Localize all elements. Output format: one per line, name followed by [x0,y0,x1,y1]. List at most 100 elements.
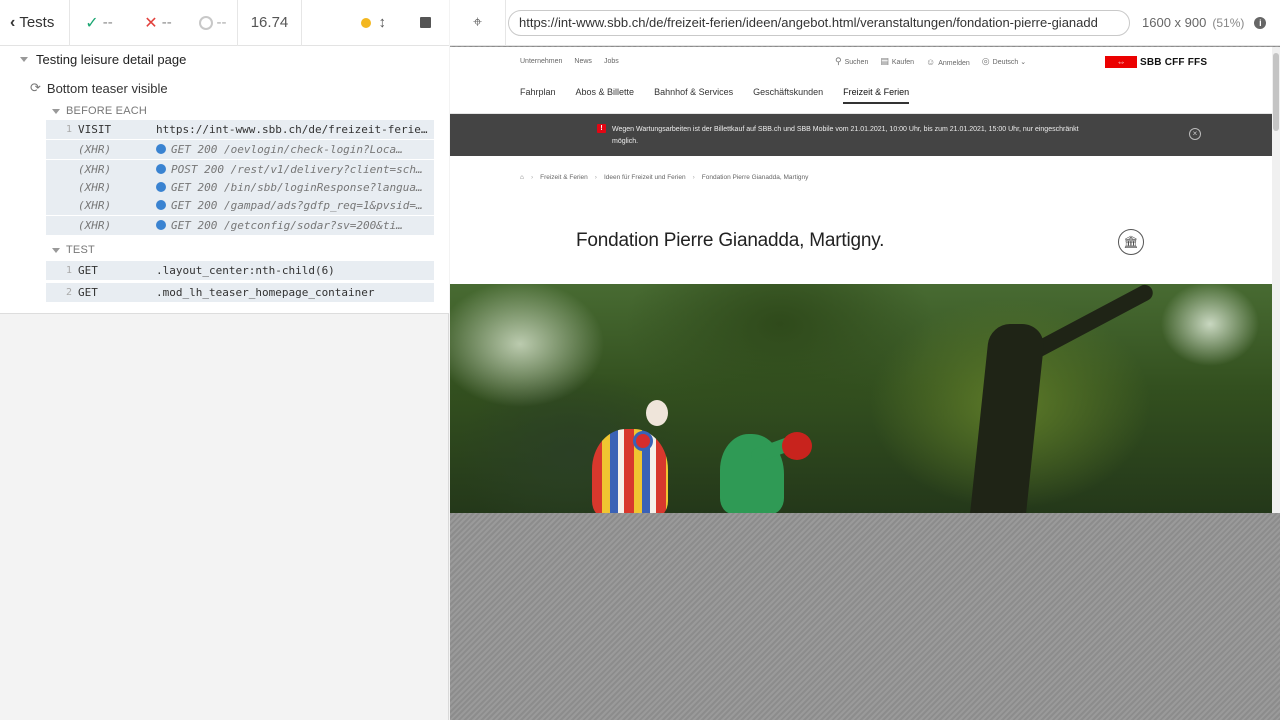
buy-label: Kaufen [891,59,915,66]
crosshair-icon: ⌖ [472,13,482,31]
warning-icon: ! [597,124,606,133]
collapse-triangle-icon [52,108,60,114]
aut-scrollbar[interactable] [1272,47,1280,513]
close-icon[interactable]: × [1189,128,1201,140]
runner-header: ⌖ https://int-www.sbb.ch/de/freizeit-fer… [450,0,1280,46]
command-number: 1 [65,265,72,276]
sculpture-head [646,400,668,426]
banner-text: Wegen Wartungsarbeiten ist der Billettka… [612,126,1079,145]
tree-trunk [970,324,1046,513]
xhr-command-row[interactable]: (XHR) GET 200 /gampad/ads?gdfp_req=1&pvs… [46,196,434,215]
search-icon: ⚲ [835,56,842,66]
xhr-dot-icon [156,182,166,192]
info-icon[interactable]: i [1254,16,1267,29]
login-link[interactable]: ☺ Anmelden [926,57,970,67]
sculpture-red-ball [782,432,812,460]
nav-item-freizeit-ferien[interactable]: Freizeit & Ferien [843,87,910,104]
refresh-icon: ⟳ [30,80,41,95]
login-label: Anmelden [938,59,970,67]
sculpture-colorful [592,429,668,513]
reporter-header: ‹ Tests ✓ -- ✕ -- -- 16.74 ↕ [0,0,449,46]
language-select[interactable]: ◎ Deutsch ⌄ [982,56,1026,67]
command-message-text: GET 200 /gampad/ads?gdfp_req=1&pvsid=301… [171,199,434,212]
test-title[interactable]: ⟳ Bottom teaser visible [30,80,168,96]
auto-scroll-toggle-icon[interactable]: ↕ [379,14,387,31]
pending-count: -- [188,0,238,46]
viewport-scale: (51%) [1212,15,1245,30]
breadcrumb-separator: › [692,174,695,181]
xhr-dot-icon [156,220,166,230]
nav-item-geschaeftskunden[interactable]: Geschäftskunden [753,87,823,104]
suite-title-text: Testing leisure detail page [36,52,187,67]
top-link[interactable]: Unternehmen [520,58,562,65]
duration: 16.74 [238,0,302,46]
command-message: https://int-www.sbb.ch/de/freizeit-ferie… [156,123,434,136]
command-message: GET 200 /oevlogin/check-login?Loca… [156,143,434,156]
tests-label: Tests [19,14,55,31]
command-message-text: GET 200 /oevlogin/check-login?Loca… [171,143,403,156]
pending-value: -- [216,14,227,31]
xhr-command-row[interactable]: (XHR) GET 200 /getconfig/sodar?sv=200&ti… [46,216,434,235]
command-name: (XHR) [78,143,112,156]
buy-link[interactable]: ▤ Kaufen [880,56,914,67]
failed-count: ✕ -- [128,0,188,46]
top-link[interactable]: Jobs [604,58,619,65]
command-name: (XHR) [78,219,112,232]
xhr-command-row[interactable]: (XHR) GET 200 /bin/sbb/loginResponse?lan… [46,178,434,197]
nav-item-bahnhof-services[interactable]: Bahnhof & Services [654,87,733,104]
command-message: .mod_lh_teaser_homepage_container [156,286,375,299]
command-message: POST 200 /rest/v1/delivery?client=schwei… [156,163,434,176]
chevron-down-icon: ⌄ [1020,59,1027,66]
command-number: 2 [65,287,72,298]
back-to-tests-button[interactable]: ‹ Tests [0,0,70,46]
command-message-text: GET 200 /bin/sbb/loginResponse?languageP… [171,181,434,194]
runnable-list: Testing leisure detail page ⟳ Bottom tea… [0,46,449,314]
xhr-command-row[interactable]: (XHR) GET 200 /oevlogin/check-login?Loca… [46,140,434,159]
command-number: 1 [65,124,72,135]
failed-value: -- [161,14,172,31]
command-message: GET 200 /gampad/ads?gdfp_req=1&pvsid=301… [156,199,434,212]
command-row[interactable]: 1 GET .layout_center:nth-child(6) [46,261,434,280]
museum-icon: 🏛 [1118,229,1144,255]
viewport-info[interactable]: 1600 x 900 (51%) i [1142,15,1267,30]
aut-url-field[interactable]: https://int-www.sbb.ch/de/freizeit-ferie… [508,9,1130,36]
test-label: TEST [66,244,95,256]
tree-branch [1024,282,1156,362]
nav-item-abos-billette[interactable]: Abos & Billette [576,87,635,104]
collapse-triangle-icon [52,247,60,253]
test-title-text: Bottom teaser visible [46,80,168,96]
top-link[interactable]: News [574,58,592,65]
before-each-hook-header[interactable]: BEFORE EACH [52,105,147,117]
home-icon[interactable]: ⌂ [520,174,524,181]
aut-iframe[interactable]: Unternehmen News Jobs ⚲ Suchen ▤ Kaufen ☺ A… [450,47,1272,513]
search-link[interactable]: ⚲ Suchen [835,56,868,67]
xhr-command-row[interactable]: (XHR) POST 200 /rest/v1/delivery?client=… [46,160,434,179]
selector-playground-button[interactable]: ⌖ [450,0,506,46]
sbb-flag-icon: ⇔ [1105,56,1137,68]
breadcrumb-item[interactable]: Ideen für Freizeit und Ferien [604,174,686,181]
check-icon: ✓ [85,14,99,32]
suite-title[interactable]: Testing leisure detail page [20,52,186,67]
sbb-logo[interactable]: ⇔ SBB CFF FFS [1105,56,1207,68]
nav-item-fahrplan[interactable]: Fahrplan [520,87,556,104]
globe-icon: ◎ [981,56,990,66]
stop-icon[interactable] [420,17,431,28]
command-name: GET [78,286,98,299]
maintenance-banner: ! Wegen Wartungsarbeiten ist der Billett… [450,114,1272,156]
test-body-header[interactable]: TEST [52,244,95,256]
breadcrumb-item[interactable]: Freizeit & Ferien [540,174,588,181]
command-row[interactable]: 2 GET .mod_lh_teaser_homepage_container [46,283,434,302]
language-label: Deutsch [992,59,1019,66]
cart-icon: ▤ [880,56,889,66]
passed-value: -- [102,14,113,31]
logo-text: SBB CFF FFS [1140,56,1208,68]
command-message-text: GET 200 /getconfig/sodar?sv=200&ti… [171,219,403,232]
collapse-triangle-icon [20,57,28,62]
command-row[interactable]: 1 VISIT https://int-www.sbb.ch/de/freize… [46,120,434,139]
main-navigation: Fahrplan Abos & Billette Bahnhof & Servi… [520,87,910,104]
running-indicator-icon [360,17,371,28]
command-name: (XHR) [78,181,112,194]
xhr-dot-icon [156,164,166,174]
scrollbar-thumb[interactable] [1273,53,1279,131]
pending-ring-icon [198,15,213,30]
